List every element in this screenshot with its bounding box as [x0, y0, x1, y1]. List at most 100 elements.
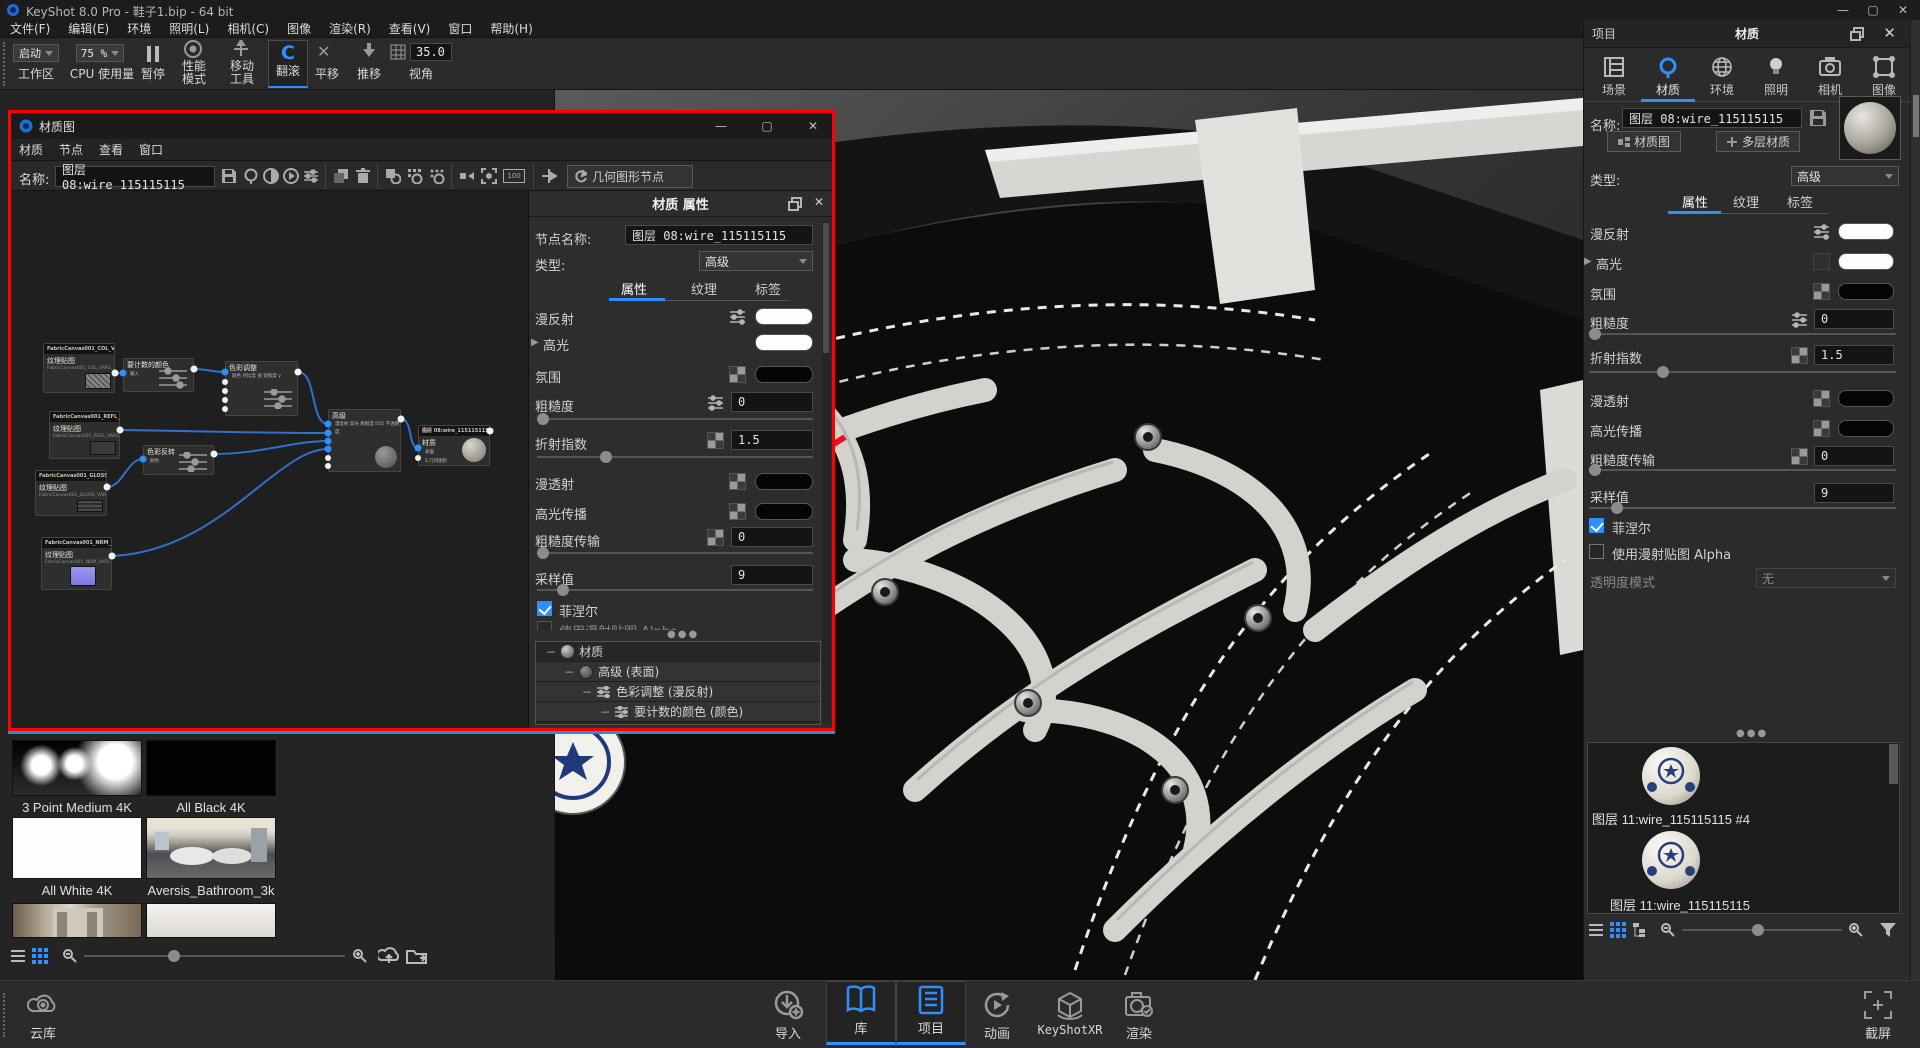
fov-value-field[interactable]: 35.0: [410, 43, 452, 61]
use-alpha-checkbox[interactable]: [1589, 544, 1604, 559]
show-labels-icon[interactable]: [429, 168, 447, 186]
undock-icon[interactable]: [788, 197, 802, 211]
cpu-usage-dropdown[interactable]: 75 %: [76, 44, 124, 62]
zoom-in-icon[interactable]: [352, 948, 368, 964]
samples-handle[interactable]: [1611, 502, 1623, 514]
list-view-icon[interactable]: [10, 948, 26, 964]
graph-menu-window[interactable]: 窗口: [139, 141, 163, 158]
roughness-transmission-texture-icon[interactable]: [707, 529, 724, 546]
material-list-label[interactable]: 图层 11:wire_115115115 #4: [1592, 809, 1750, 828]
graph-menu-node[interactable]: 节点: [59, 141, 83, 158]
multi-material-button[interactable]: 多层材质: [1716, 131, 1800, 152]
minimize-button[interactable]: —: [1828, 1, 1858, 19]
tab-lighting[interactable]: 照明: [1749, 56, 1803, 98]
tab-image[interactable]: 图像: [1857, 56, 1911, 98]
pause-icon[interactable]: [147, 46, 159, 62]
connector-icon[interactable]: [541, 168, 559, 186]
maximize-button[interactable]: ▢: [1858, 1, 1888, 19]
specular-transmission-texture-icon[interactable]: [729, 503, 746, 520]
library-item-label[interactable]: Aversis_Bathroom_3k: [146, 883, 276, 898]
specular-expand-arrow[interactable]: ▶: [531, 337, 539, 348]
graph-close-button[interactable]: ✕: [798, 117, 828, 135]
roughness-transmission-handle[interactable]: [537, 547, 549, 559]
dock-animation[interactable]: 动画: [962, 989, 1032, 1042]
preview-size-slider[interactable]: [1682, 929, 1842, 931]
menu-lighting[interactable]: 照明(L): [169, 20, 209, 37]
ambient-color-swatch[interactable]: [755, 366, 813, 383]
library-item-thumbnail[interactable]: [146, 740, 276, 796]
menu-edit[interactable]: 编辑(E): [68, 20, 109, 37]
zoom-in-icon[interactable]: [1848, 922, 1864, 938]
tab-material[interactable]: 材质: [1641, 56, 1695, 98]
panel-splitter-handle[interactable]: ●●●: [667, 629, 699, 640]
ior-handle[interactable]: [600, 451, 612, 463]
roughness-handle[interactable]: [1589, 328, 1601, 340]
tree-row-material[interactable]: − 材质: [536, 642, 820, 662]
library-item-label[interactable]: 3 Point Medium 4K: [12, 800, 142, 815]
tree-row-color-adjust[interactable]: − 色彩调整 (漫反射): [536, 682, 820, 702]
roughness-slider[interactable]: [537, 418, 813, 420]
close-button[interactable]: ✕: [1888, 1, 1918, 19]
roughness-transmission-slider[interactable]: [537, 552, 813, 554]
library-item-thumbnail[interactable]: [12, 740, 142, 796]
save-material-icon[interactable]: [1809, 109, 1827, 127]
material-list-label[interactable]: 图层 11:wire_115115115: [1610, 895, 1750, 914]
node-graph-canvas[interactable]: FabricCanvas001_COL_VAR1_16— 纹理贴图 Fabric…: [11, 191, 528, 728]
menu-file[interactable]: 文件(F): [10, 20, 50, 37]
zoom-out-icon[interactable]: [1660, 922, 1676, 938]
material-graph-button[interactable]: 材质图: [1607, 131, 1681, 152]
roughness-transmission-slider[interactable]: [1589, 469, 1896, 471]
tab-camera[interactable]: 相机: [1803, 56, 1857, 98]
fresnel-checkbox[interactable]: [1589, 518, 1604, 533]
tab-textures[interactable]: 纹理: [1733, 192, 1759, 211]
play-preview-icon[interactable]: [283, 168, 301, 186]
library-item-label[interactable]: All Black 4K: [146, 800, 276, 815]
roughness-transmission-field[interactable]: 0: [1814, 446, 1894, 466]
roughness-texture-icon[interactable]: [707, 394, 724, 411]
panel-splitter-handle[interactable]: ●●●: [1736, 728, 1768, 739]
menu-help[interactable]: 帮助(H): [490, 20, 532, 37]
library-item-label[interactable]: All White 4K: [12, 883, 142, 898]
samples-handle[interactable]: [557, 584, 569, 596]
ior-handle[interactable]: [1657, 366, 1669, 378]
preview-size-handle[interactable]: [1752, 924, 1764, 936]
node-type-dropdown[interactable]: 高级: [699, 251, 813, 271]
ambient-texture-icon[interactable]: [729, 366, 746, 383]
menu-camera[interactable]: 相机(C): [227, 20, 269, 37]
grid-view-icon[interactable]: [32, 948, 48, 964]
dock-grip[interactable]: [3, 993, 7, 1037]
preview-sphere-icon[interactable]: [243, 168, 261, 186]
dock-render[interactable]: 渲染: [1104, 989, 1174, 1042]
graph-maximize-button[interactable]: ▢: [752, 117, 782, 135]
right-scrollbar[interactable]: [1910, 20, 1920, 980]
diffuse-transmission-swatch[interactable]: [1838, 390, 1894, 407]
roughness-transmission-field[interactable]: 0: [731, 527, 813, 547]
material-list-scrollbar[interactable]: [1889, 744, 1898, 784]
tree-view-icon[interactable]: [1632, 922, 1648, 938]
tab-scene[interactable]: 场景: [1587, 56, 1641, 98]
specular-transmission-swatch[interactable]: [1838, 420, 1894, 437]
ior-texture-icon[interactable]: [1791, 347, 1808, 364]
adjust-sliders-icon[interactable]: [303, 168, 321, 186]
tree-row-color-to-number[interactable]: − 要计数的颜色 (颜色): [536, 702, 820, 722]
show-animations-icon[interactable]: [407, 168, 425, 186]
import-folder-icon[interactable]: [406, 947, 428, 965]
library-zoom-slider[interactable]: [84, 955, 345, 957]
node-name-field[interactable]: 图层 08:wire_115115115: [625, 225, 813, 245]
cloud-upload-icon[interactable]: [378, 946, 400, 966]
geometry-node-button[interactable]: 几何图形节点: [567, 165, 693, 188]
panel-close-icon[interactable]: ✕: [1883, 24, 1896, 42]
menu-render[interactable]: 渲染(R): [329, 20, 371, 37]
dock-import[interactable]: 导入: [753, 989, 823, 1042]
ior-texture-icon[interactable]: [707, 432, 724, 449]
right-scrollbar-handle[interactable]: [1913, 95, 1919, 137]
specular-color-swatch[interactable]: [1838, 253, 1894, 270]
samples-field[interactable]: 9: [731, 565, 813, 585]
contrast-icon[interactable]: [263, 168, 281, 186]
roughness-transmission-handle[interactable]: [1589, 464, 1601, 476]
dock-project-active[interactable]: 项目: [896, 981, 966, 1045]
ambient-texture-icon[interactable]: [1813, 283, 1830, 300]
library-zoom-handle[interactable]: [168, 950, 180, 962]
roughness-slider[interactable]: [1589, 333, 1896, 335]
samples-slider[interactable]: [1589, 507, 1896, 509]
